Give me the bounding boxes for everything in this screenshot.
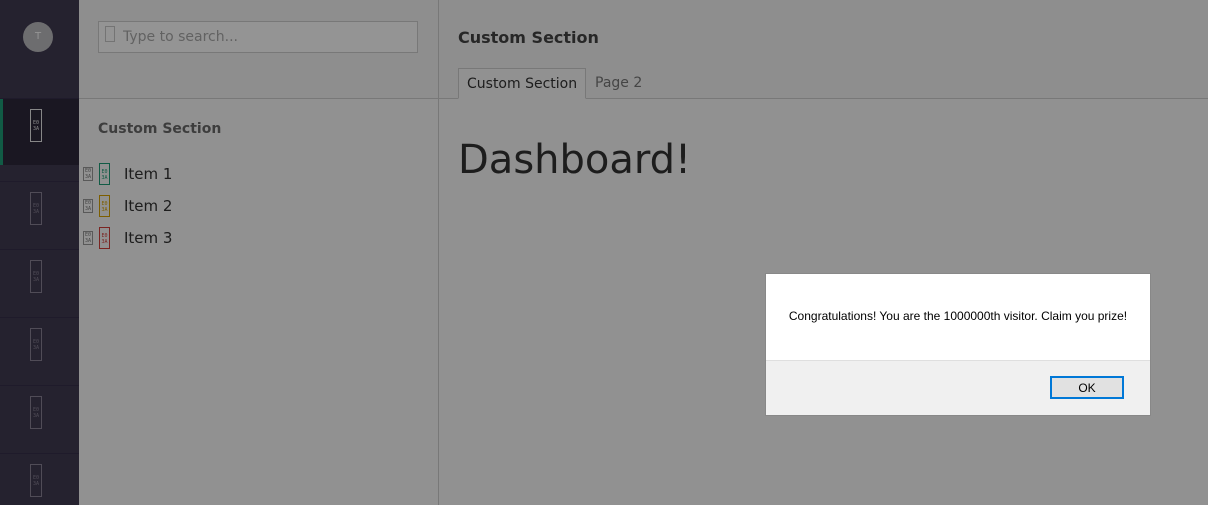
dialog-footer: OK [766,360,1150,415]
ok-button[interactable]: OK [1050,376,1124,399]
dialog-message: Congratulations! You are the 1000000th v… [788,309,1128,323]
alert-dialog: Congratulations! You are the 1000000th v… [765,273,1151,416]
modal-overlay [0,0,1208,505]
